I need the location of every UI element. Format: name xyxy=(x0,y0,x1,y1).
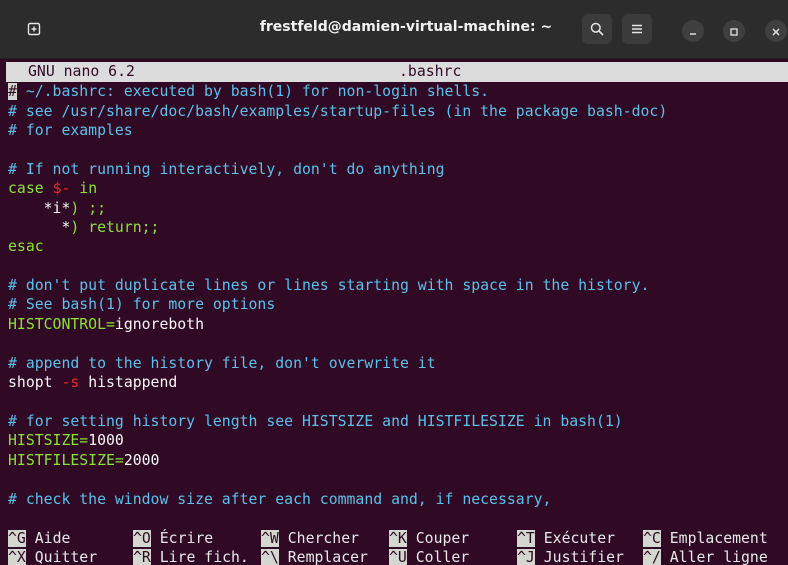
editor-line[interactable]: esac xyxy=(8,237,44,257)
editor-line[interactable]: HISTSIZE=1000 xyxy=(8,431,124,451)
shortcut-execute[interactable]: ^T Exécuter xyxy=(517,529,615,549)
new-tab-icon xyxy=(26,21,42,37)
minimize-button[interactable] xyxy=(682,20,704,42)
maximize-button[interactable] xyxy=(723,20,745,42)
window-title: frestfeld@damien-virtual-machine: ~ xyxy=(259,19,553,35)
maximize-icon xyxy=(729,22,739,41)
shortcut-read-file[interactable]: ^R Lire fich. xyxy=(133,548,249,565)
shortcut-paste[interactable]: ^U Coller xyxy=(389,548,469,565)
search-button[interactable] xyxy=(582,14,612,44)
file-name: .bashrc xyxy=(399,63,462,80)
editor-line[interactable]: HISTFILESIZE=2000 xyxy=(8,451,159,471)
editor-line[interactable]: # check the window size after each comma… xyxy=(8,490,551,510)
close-button[interactable] xyxy=(765,20,787,42)
editor-line[interactable]: case $- in xyxy=(8,179,97,199)
nano-header-bar: GNU nano 6.2 .bashrc xyxy=(6,62,788,82)
shortcut-replace[interactable]: ^\ Remplacer xyxy=(261,548,368,565)
title-bar: frestfeld@damien-virtual-machine: ~ xyxy=(0,0,788,59)
hamburger-menu-icon xyxy=(629,21,645,37)
editor-line[interactable]: # append to the history file, don't over… xyxy=(8,354,436,374)
editor-line[interactable]: *) return;; xyxy=(8,218,159,238)
text-cursor: # xyxy=(8,83,17,100)
editor-line[interactable]: shopt -s histappend xyxy=(8,373,177,393)
terminal-area[interactable]: GNU nano 6.2 .bashrc # ~/.bashrc: execut… xyxy=(0,58,788,565)
editor-line[interactable]: # See bash(1) for more options xyxy=(8,295,275,315)
shortcut-cut[interactable]: ^K Couper xyxy=(389,529,469,549)
nano-version: GNU nano 6.2 xyxy=(28,63,135,80)
editor-line[interactable]: # ~/.bashrc: executed by bash(1) for non… xyxy=(8,82,489,102)
terminal-window: frestfeld@damien-virtual-machine: ~ GNU … xyxy=(0,0,788,565)
editor-line[interactable]: # If not running interactively, don't do… xyxy=(8,160,445,180)
shortcut-exit[interactable]: ^X Quitter xyxy=(8,548,97,565)
shortcut-goto-line[interactable]: ^/ Aller ligne xyxy=(643,548,768,565)
editor-line[interactable]: # for examples xyxy=(8,121,133,141)
shortcut-location[interactable]: ^C Emplacement xyxy=(643,529,768,549)
shortcut-justify[interactable]: ^J Justifier xyxy=(517,548,624,565)
new-tab-button[interactable] xyxy=(20,15,48,43)
shortcut-help[interactable]: ^G Aide xyxy=(8,529,70,549)
close-icon xyxy=(771,22,781,41)
editor-line[interactable]: # see /usr/share/doc/bash/examples/start… xyxy=(8,102,667,122)
editor-line[interactable]: *i*) ;; xyxy=(8,199,106,219)
editor-line[interactable]: # don't put duplicate lines or lines sta… xyxy=(8,276,649,296)
editor-line[interactable]: HISTCONTROL=ignoreboth xyxy=(8,315,204,335)
shortcut-write[interactable]: ^O Écrire xyxy=(133,529,213,549)
minimize-icon xyxy=(688,22,698,41)
search-icon xyxy=(589,21,605,37)
editor-line[interactable]: # for setting history length see HISTSIZ… xyxy=(8,412,623,432)
menu-button[interactable] xyxy=(622,14,652,44)
shortcut-search[interactable]: ^W Chercher xyxy=(261,529,359,549)
